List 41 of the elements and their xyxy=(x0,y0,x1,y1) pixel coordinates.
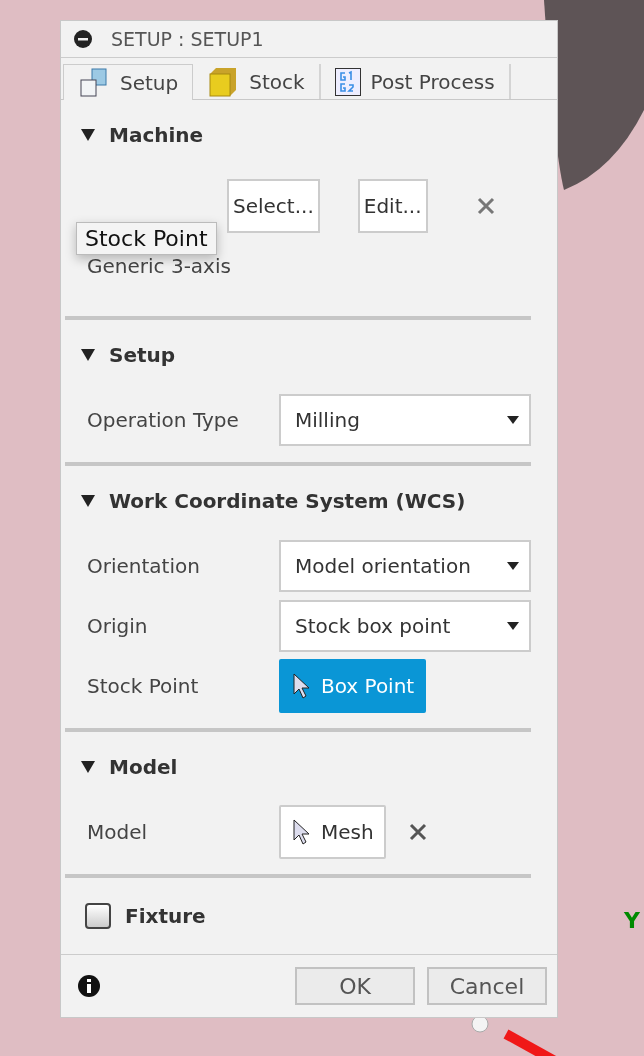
section-title: Model xyxy=(109,755,178,780)
field-label: Operation Type xyxy=(87,408,240,433)
dropdown-caret-icon xyxy=(507,562,519,571)
dropdown-caret-icon xyxy=(507,416,519,425)
tab[interactable]: Setup xyxy=(63,64,194,101)
field-label: Origin xyxy=(87,614,149,639)
dropdown-caret-icon xyxy=(507,622,519,631)
section-title: Machine xyxy=(109,123,204,148)
checkbox[interactable] xyxy=(85,903,111,930)
dialog-button[interactable]: Cancel xyxy=(427,967,547,1006)
gcode-icon xyxy=(334,67,361,96)
section-title: Work Coordinate System (WCS) xyxy=(109,489,466,514)
window-title: SETUP : SETUP1 xyxy=(111,28,264,51)
action-button[interactable]: Select... xyxy=(227,179,320,234)
field-label: Stock Point xyxy=(87,674,200,699)
info-icon[interactable] xyxy=(77,974,101,999)
tab[interactable]: Stock xyxy=(193,64,321,100)
collapse-triangle-icon[interactable] xyxy=(81,761,95,774)
axis-label: Y xyxy=(624,908,640,933)
dropdown[interactable]: Stock box point xyxy=(279,600,531,653)
tooltip: Stock Point xyxy=(76,222,217,255)
selection-button[interactable]: Mesh xyxy=(279,805,386,860)
minimize-icon[interactable] xyxy=(73,29,93,50)
checkbox-label: Fixture xyxy=(125,904,206,929)
dropdown[interactable]: Milling xyxy=(279,394,531,447)
action-button[interactable]: Edit... xyxy=(357,179,428,234)
cursor-icon xyxy=(293,819,311,846)
section-title: Setup xyxy=(109,343,176,368)
tab[interactable]: Post Process xyxy=(320,64,511,100)
clear-icon[interactable] xyxy=(407,822,428,843)
cursor-icon xyxy=(293,673,311,700)
collapse-triangle-icon[interactable] xyxy=(81,349,95,362)
collapse-triangle-icon[interactable] xyxy=(81,129,95,142)
dropdown[interactable]: Model orientation xyxy=(279,540,531,593)
field-label: Model xyxy=(87,820,149,845)
dialog-button[interactable]: OK xyxy=(295,967,415,1006)
cubes-icon xyxy=(78,66,110,99)
clear-icon[interactable] xyxy=(475,196,496,217)
machine-name: Generic 3-axis xyxy=(87,254,231,279)
collapse-triangle-icon[interactable] xyxy=(81,495,95,508)
field-label: Orientation xyxy=(87,554,201,579)
